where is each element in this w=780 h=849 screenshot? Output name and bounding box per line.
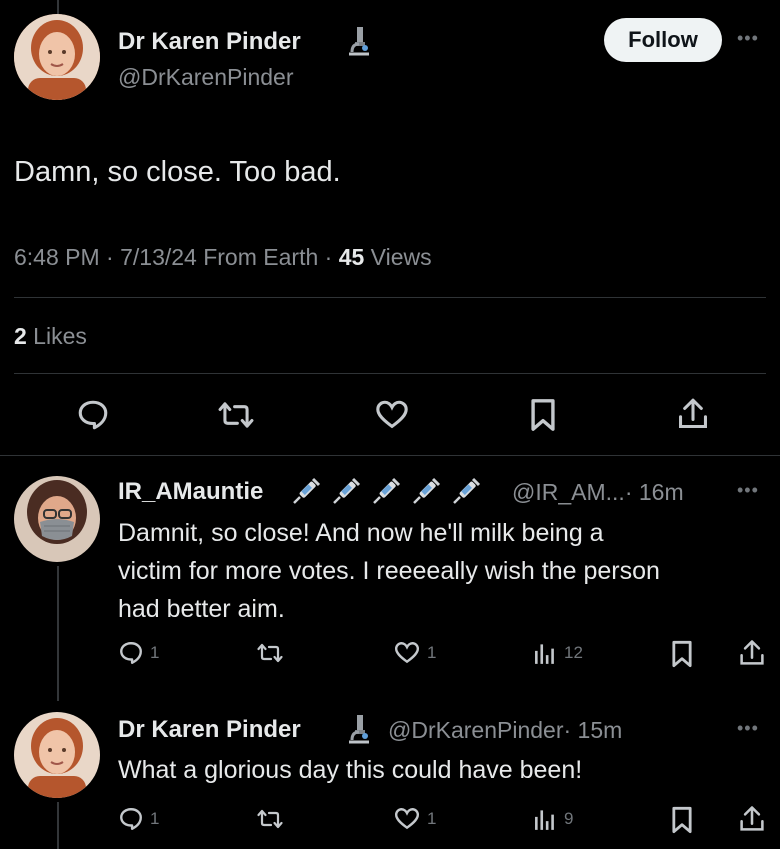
reply-text-line: had better aim.: [118, 595, 285, 623]
microscope-icon: [343, 712, 373, 746]
syringe-icon: [290, 476, 322, 506]
bookmark-icon[interactable]: [670, 640, 694, 668]
reply-handle[interactable]: @DrKarenPinder: [388, 717, 563, 743]
reply-time[interactable]: · 15m: [563, 717, 622, 743]
avatar[interactable]: [14, 712, 100, 798]
reply-count: 1: [150, 809, 160, 828]
syringe-icon: [370, 476, 402, 506]
profile-photo-icon: [14, 712, 100, 798]
more-options-icon[interactable]: •••: [737, 28, 759, 49]
syringe-icon: [410, 476, 442, 506]
syringe-icon: [450, 476, 482, 506]
handle[interactable]: @DrKarenPinder: [118, 64, 293, 91]
likes-summary[interactable]: 2 Likes: [14, 323, 87, 350]
share-icon[interactable]: [738, 638, 766, 668]
thread-line: [57, 566, 59, 701]
reply-action[interactable]: 1: [118, 806, 159, 832]
profile-photo-icon: [14, 476, 100, 562]
views-action[interactable]: 12: [532, 640, 583, 666]
tweet-text: Damn, so close. Too bad.: [14, 156, 341, 188]
reply-display-name[interactable]: Dr Karen Pinder: [118, 716, 301, 744]
reply-handle[interactable]: @IR_AM...: [512, 479, 625, 505]
like-action[interactable]: 1: [393, 640, 436, 666]
avatar[interactable]: [14, 14, 100, 100]
analytics-icon[interactable]: [532, 640, 558, 666]
views-label: Views: [364, 244, 432, 270]
display-name[interactable]: Dr Karen Pinder: [118, 28, 301, 56]
views-count: 12: [564, 643, 583, 662]
reply-handle-time: @DrKarenPinder· 15m: [388, 717, 622, 744]
bookmark-icon[interactable]: [528, 398, 558, 432]
retweet-icon[interactable]: [218, 398, 254, 432]
reply-text: What a glorious day this could have been…: [118, 756, 583, 784]
divider: [14, 297, 766, 298]
like-count: 1: [427, 643, 437, 662]
reply-time[interactable]: · 16m: [625, 479, 684, 505]
divider: [0, 455, 780, 456]
heart-icon[interactable]: [393, 640, 421, 666]
reply-text-line: victim for more votes. I reeeeally wish …: [118, 557, 660, 585]
views-action[interactable]: 9: [532, 806, 573, 832]
reply-action[interactable]: 1: [118, 640, 159, 666]
likes-label: Likes: [26, 323, 87, 349]
microscope-icon: [343, 24, 373, 58]
retweet-icon[interactable]: [256, 807, 284, 831]
heart-icon[interactable]: [374, 398, 410, 432]
share-icon[interactable]: [676, 396, 710, 432]
reply-text: Damnit, so close! And now he'll milk bei…: [118, 514, 660, 628]
views-count: 9: [564, 809, 574, 828]
likes-count: 2: [14, 323, 27, 349]
retweet-action[interactable]: [256, 807, 284, 831]
reply-text-line: Damnit, so close! And now he'll milk bei…: [118, 519, 604, 547]
views-count: 45: [338, 244, 365, 270]
like-action[interactable]: 1: [393, 806, 436, 832]
reply-icon[interactable]: [76, 398, 110, 432]
thread-line-top: [57, 0, 59, 14]
analytics-icon[interactable]: [532, 806, 558, 832]
reply-display-name[interactable]: IR_AMauntie: [118, 478, 263, 506]
tweet-meta: 6:48 PM · 7/13/24 From Earth · 45 Views: [14, 244, 432, 271]
heart-icon[interactable]: [393, 806, 421, 832]
like-count: 1: [427, 809, 437, 828]
reply-count: 1: [150, 643, 160, 662]
reply-icon[interactable]: [118, 806, 144, 832]
follow-button[interactable]: Follow: [604, 18, 722, 62]
timestamp: 6:48 PM · 7/13/24 From Earth ·: [14, 244, 339, 270]
retweet-action[interactable]: [256, 641, 284, 665]
bookmark-icon[interactable]: [670, 806, 694, 834]
reply-icon[interactable]: [118, 640, 144, 666]
more-options-icon[interactable]: •••: [737, 480, 759, 501]
thread-line: [57, 802, 59, 849]
avatar[interactable]: [14, 476, 100, 562]
retweet-icon[interactable]: [256, 641, 284, 665]
reply-handle-time: @IR_AM...· 16m: [512, 479, 684, 506]
more-options-icon[interactable]: •••: [737, 718, 759, 739]
syringe-icon: [330, 476, 362, 506]
divider: [14, 373, 766, 374]
badge-icons: [290, 476, 482, 506]
share-icon[interactable]: [738, 804, 766, 834]
profile-photo-icon: [14, 14, 100, 100]
